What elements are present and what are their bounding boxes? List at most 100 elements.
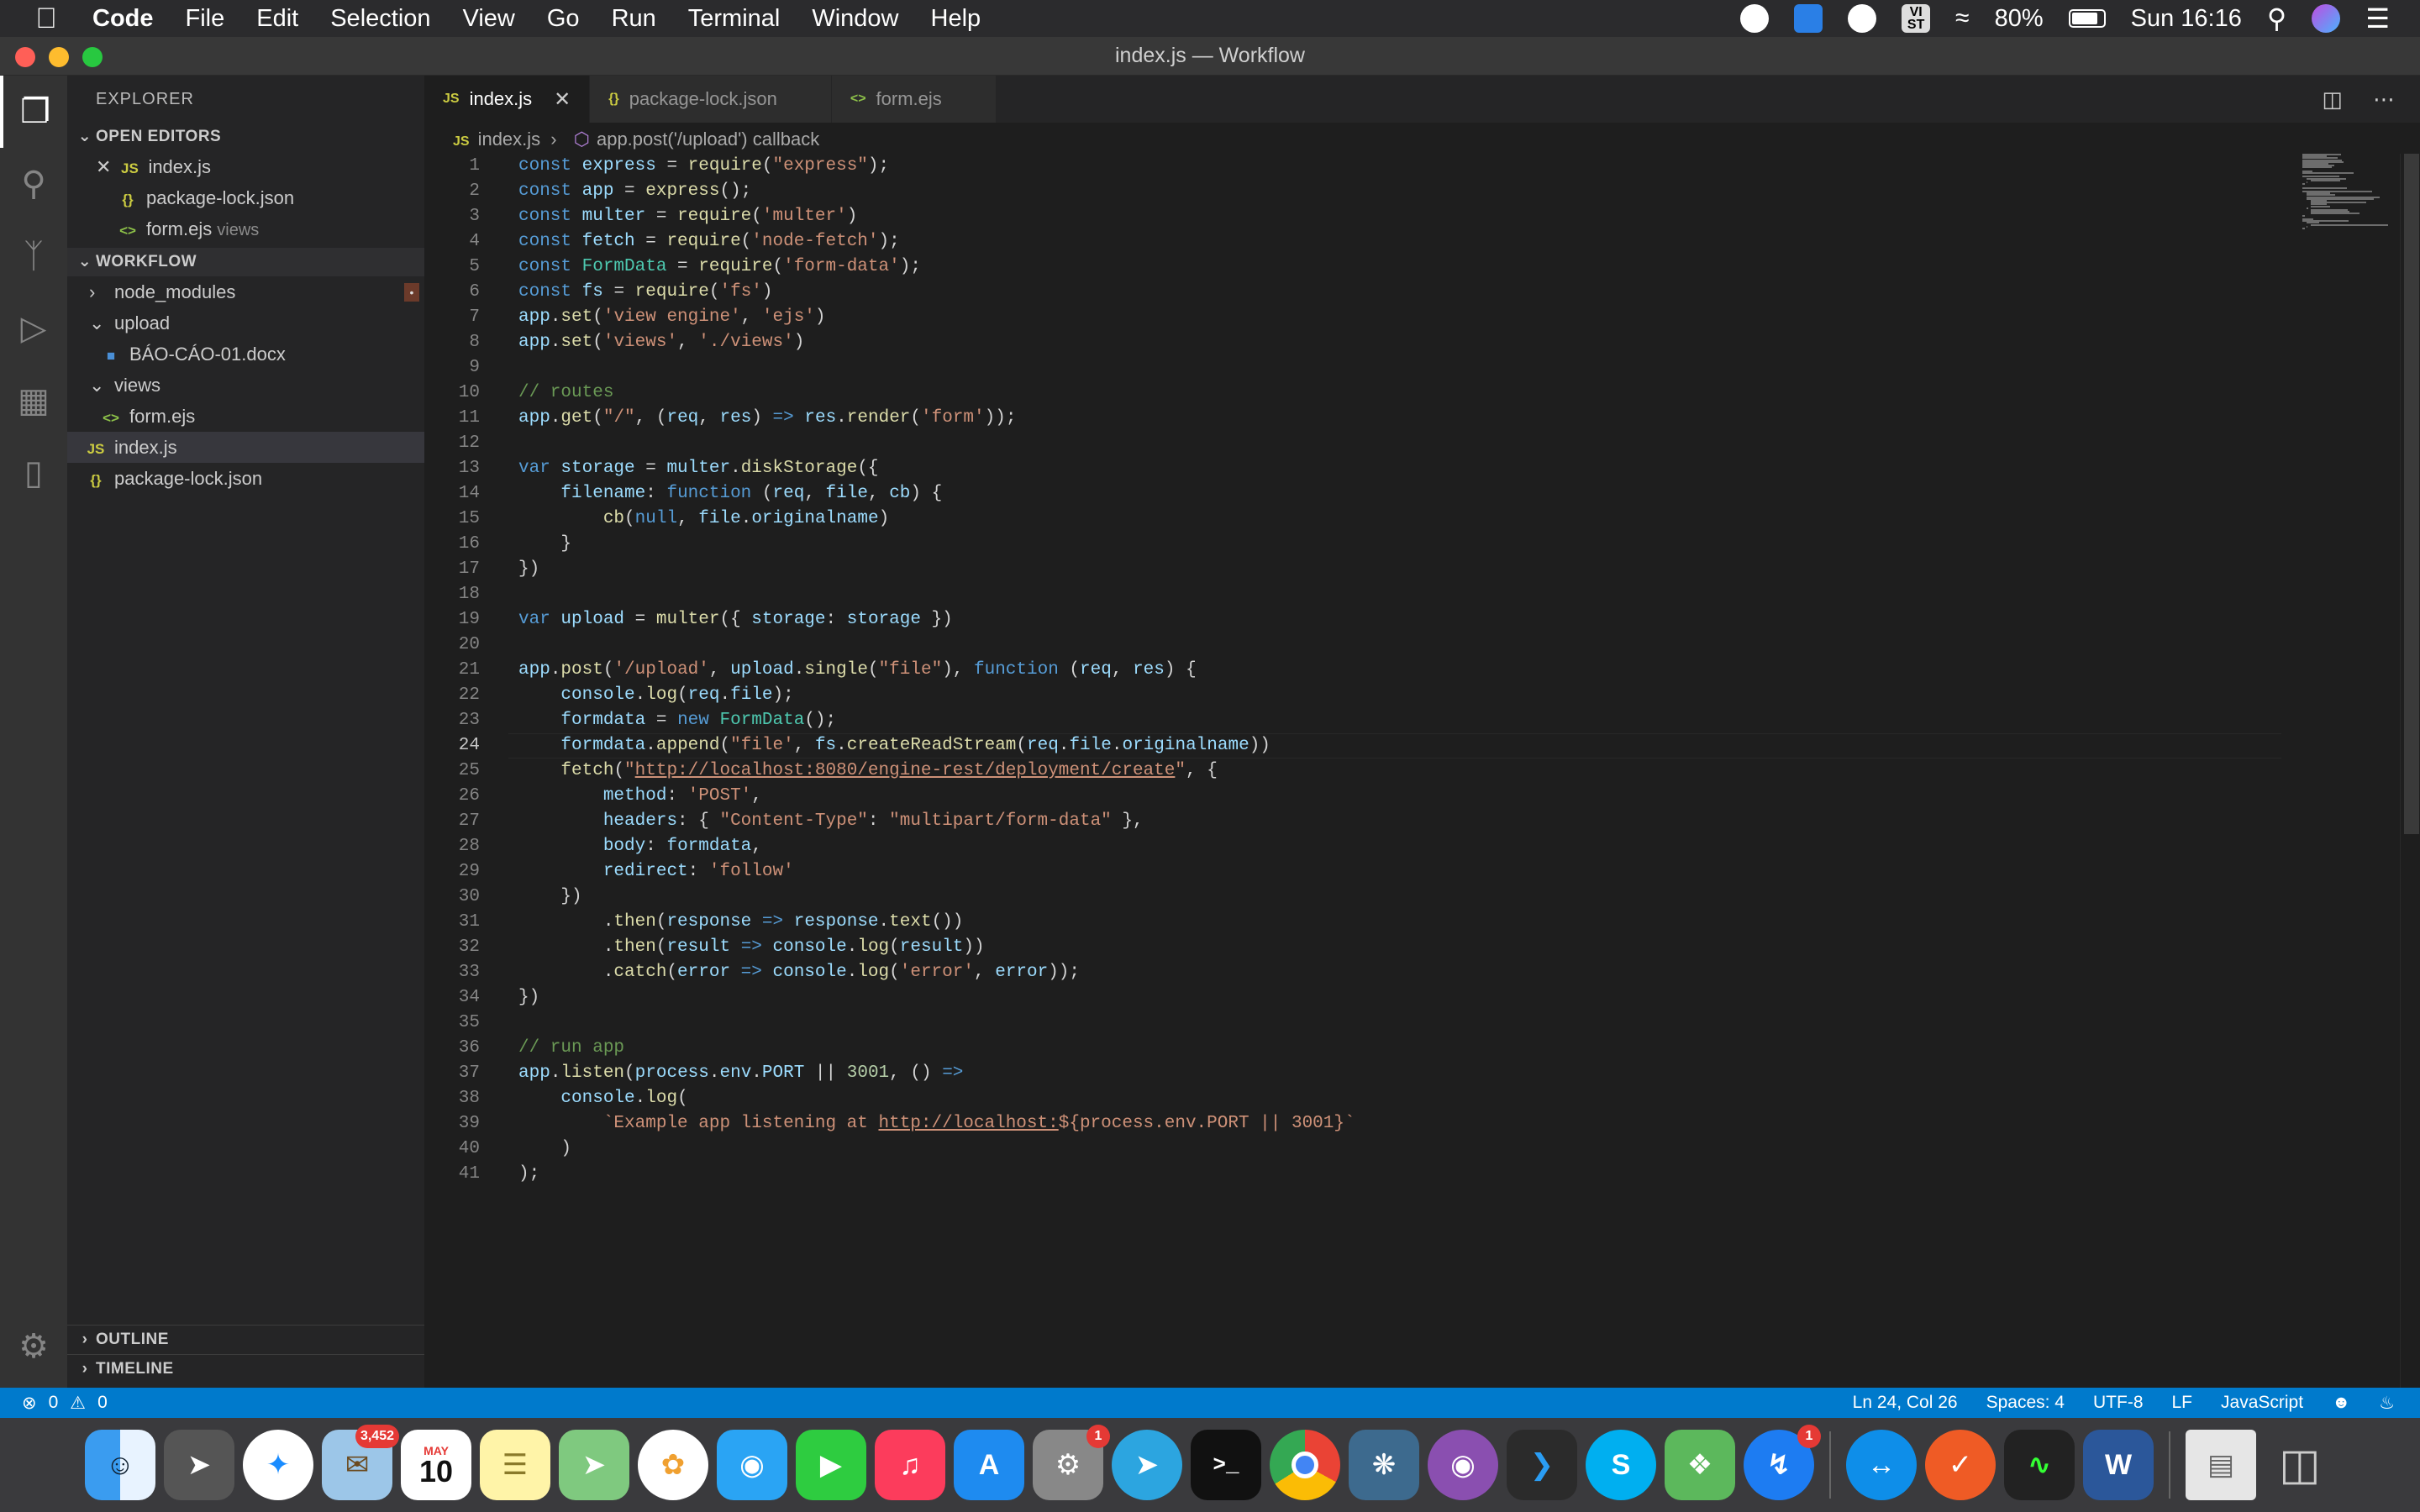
finder-icon[interactable]: ☺ xyxy=(85,1430,155,1500)
maps-icon[interactable]: ➤ xyxy=(559,1430,629,1500)
vscode-icon[interactable]: ❯ xyxy=(1507,1430,1577,1500)
indentation[interactable]: Spaces: 4 xyxy=(1986,1393,2065,1413)
code-line[interactable]: const fs = require('fs') xyxy=(518,280,773,305)
calendar-icon[interactable]: MAY 10 xyxy=(401,1430,471,1500)
code-line[interactable]: app.post('/upload', upload.single("file"… xyxy=(518,658,1197,683)
battery-percent[interactable]: 80% xyxy=(1995,5,2044,33)
apple-icon[interactable]:  xyxy=(0,3,92,35)
code-line[interactable]: app.listen(process.env.PORT || 3001, () … xyxy=(518,1061,963,1086)
trash-icon[interactable]: ◫ xyxy=(2265,1430,2335,1500)
scrollbar-thumb[interactable] xyxy=(2404,154,2419,834)
tree-item-index-js[interactable]: JS index.js xyxy=(67,432,424,463)
terminal-icon[interactable]: >_ xyxy=(1191,1430,1261,1500)
messenger-icon[interactable]: ↯ 1 xyxy=(1744,1425,1821,1500)
open-editor-item[interactable]: <> form.ejs views xyxy=(67,213,424,244)
cursor-position[interactable]: Ln 24, Col 26 xyxy=(1853,1393,1958,1413)
code-line[interactable]: formdata.append("file', fs.createReadStr… xyxy=(518,733,1270,759)
code-line[interactable]: `Example app listening at http://localho… xyxy=(518,1111,1355,1137)
code-line[interactable]: .catch(error => console.log('error', err… xyxy=(518,960,1080,985)
telegram-status-icon[interactable] xyxy=(1740,4,1770,33)
code-line[interactable]: app.set('views', './views') xyxy=(518,330,804,355)
code-line[interactable]: ); xyxy=(518,1162,539,1187)
code-line[interactable]: body: formdata, xyxy=(518,834,762,859)
code-line[interactable]: } xyxy=(518,532,571,557)
menu-help[interactable]: Help xyxy=(931,5,981,33)
encoding[interactable]: UTF-8 xyxy=(2093,1393,2144,1413)
chrome-icon[interactable] xyxy=(1270,1430,1340,1500)
siri-icon[interactable] xyxy=(2312,4,2341,33)
extensions-icon[interactable]: ▦ xyxy=(0,365,67,437)
code-line[interactable]: var upload = multer({ storage: storage }… xyxy=(518,607,953,633)
source-control-icon[interactable]: ᛉ xyxy=(0,220,67,292)
facetime-icon[interactable]: ▶ xyxy=(796,1430,866,1500)
activity-monitor-icon[interactable]: ∿ xyxy=(2004,1430,2075,1500)
tree-item-package-lock[interactable]: {} package-lock.json xyxy=(67,463,424,494)
postman-icon[interactable]: ✓ xyxy=(1925,1430,1996,1500)
input-source-icon[interactable]: VI ST xyxy=(1902,4,1931,33)
remote-explorer-icon[interactable]: ▯ xyxy=(0,437,67,509)
messages-icon[interactable]: ◉ xyxy=(717,1430,787,1500)
code-line[interactable]: app.set('view engine', 'ejs') xyxy=(518,305,826,330)
menu-app-name[interactable]: Code xyxy=(92,5,154,33)
menubar-clock[interactable]: Sun 16:16 xyxy=(2131,5,2242,33)
menu-terminal[interactable]: Terminal xyxy=(688,5,781,33)
code-line[interactable]: .then(response => response.text()) xyxy=(518,910,964,935)
open-editor-item[interactable]: {} package-lock.json xyxy=(67,182,424,213)
more-actions-icon[interactable]: ⋯ xyxy=(2373,87,2395,113)
workflow-header[interactable]: ⌄ WORKFLOW xyxy=(67,248,424,276)
teamviewer-status-icon[interactable] xyxy=(1794,4,1823,33)
downloads-stack-icon[interactable]: ▤ xyxy=(2186,1430,2256,1500)
code-line[interactable]: cb(null, file.originalname) xyxy=(518,507,889,532)
notification-center-icon[interactable]: ☰ xyxy=(2365,3,2390,34)
tree-item-views[interactable]: ⌄ views xyxy=(67,370,424,401)
teamviewer-icon[interactable]: ↔ xyxy=(1846,1430,1917,1500)
menu-go[interactable]: Go xyxy=(547,5,580,33)
run-debug-icon[interactable]: ▷ xyxy=(0,292,67,365)
tab-index-js[interactable]: JS index.js ✕ xyxy=(424,76,591,123)
github-desktop-icon[interactable]: ◉ xyxy=(1428,1430,1498,1500)
close-window-button[interactable] xyxy=(15,47,35,67)
open-editors-header[interactable]: ⌄ OPEN EDITORS xyxy=(67,123,424,151)
timeline-header[interactable]: › TIMELINE xyxy=(67,1354,424,1383)
code-line[interactable]: const FormData = require('form-data'); xyxy=(518,255,921,280)
explorer-icon[interactable]: ❐ xyxy=(0,76,67,148)
minimap[interactable] xyxy=(2302,154,2395,229)
code-editor[interactable]: 1 const express = require("express"); 2 con… xyxy=(424,154,2298,1388)
menu-view[interactable]: View xyxy=(463,5,515,33)
menu-edit[interactable]: Edit xyxy=(256,5,298,33)
bell-icon[interactable]: ♨ xyxy=(2379,1393,2395,1414)
code-line[interactable]: // run app xyxy=(518,1036,624,1061)
telegram-icon[interactable]: ➤ xyxy=(1112,1430,1182,1500)
code-line[interactable]: const multer = require('multer') xyxy=(518,204,857,229)
tree-item-node-modules[interactable]: › node_modules • xyxy=(67,276,424,307)
word-icon[interactable]: W xyxy=(2083,1430,2154,1500)
feedback-icon[interactable]: ☻ xyxy=(2332,1393,2350,1413)
breadcrumb-symbol[interactable]: app.post('/upload') callback xyxy=(597,129,819,150)
mysql-workbench-icon[interactable]: ❋ xyxy=(1349,1430,1419,1500)
menu-window[interactable]: Window xyxy=(812,5,898,33)
split-editor-icon[interactable]: ◫ xyxy=(2322,87,2343,113)
tree-item-docx[interactable]: ■ BÁO-CÁO-01.docx xyxy=(67,339,424,370)
editor-scrollbar[interactable] xyxy=(2400,154,2420,1388)
tree-item-upload[interactable]: ⌄ upload xyxy=(67,307,424,339)
app-store-icon[interactable]: A xyxy=(954,1430,1024,1500)
code-line[interactable]: .then(result => console.log(result)) xyxy=(518,935,985,960)
gear-icon[interactable]: ⚙ xyxy=(0,1310,67,1383)
close-icon[interactable]: ✕ xyxy=(96,156,111,177)
battery-icon[interactable] xyxy=(2068,9,2106,28)
breadcrumb-file[interactable]: index.js xyxy=(478,129,541,150)
code-line[interactable]: }) xyxy=(518,885,581,910)
minimize-window-button[interactable] xyxy=(49,47,69,67)
wifi-icon[interactable]: ≈ xyxy=(1955,4,1969,33)
code-line[interactable]: formdata = new FormData(); xyxy=(518,708,836,733)
outline-header[interactable]: › OUTLINE xyxy=(67,1326,424,1354)
system-preferences-icon[interactable]: ⚙ 1 xyxy=(1033,1425,1110,1500)
menu-run[interactable]: Run xyxy=(612,5,656,33)
safari-icon[interactable]: ✦ xyxy=(243,1430,313,1500)
code-line[interactable]: console.log( xyxy=(518,1086,687,1111)
tab-package-lock[interactable]: {} package-lock.json xyxy=(590,76,832,123)
skype-icon[interactable]: S xyxy=(1586,1430,1656,1500)
problems-indicator[interactable]: ⊗ 0 ⚠ 0 xyxy=(0,1393,108,1414)
menu-file[interactable]: File xyxy=(186,5,225,33)
code-line[interactable]: redirect: 'follow' xyxy=(518,859,794,885)
